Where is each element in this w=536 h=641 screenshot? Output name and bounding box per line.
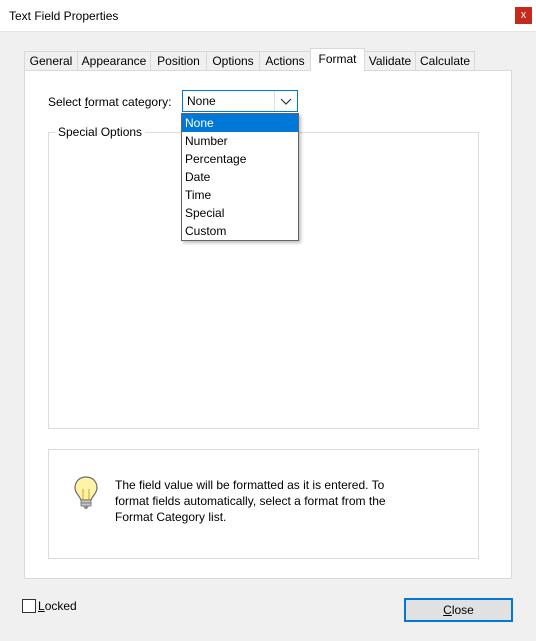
- dropdown-option-special[interactable]: Special: [182, 204, 298, 222]
- dropdown-option-percentage[interactable]: Percentage: [182, 150, 298, 168]
- dropdown-option-time[interactable]: Time: [182, 186, 298, 204]
- special-options-legend: Special Options: [55, 125, 146, 139]
- tab-position[interactable]: Position: [150, 51, 207, 70]
- locked-label[interactable]: Locked: [38, 599, 77, 613]
- tab-options[interactable]: Options: [206, 51, 260, 70]
- close-window-button[interactable]: x: [515, 7, 532, 24]
- tab-general[interactable]: General: [24, 51, 78, 70]
- tab-calculate[interactable]: Calculate: [415, 51, 475, 70]
- format-category-value: None: [187, 94, 216, 108]
- dropdown-option-number[interactable]: Number: [182, 132, 298, 150]
- tab-appearance[interactable]: Appearance: [77, 51, 151, 70]
- format-category-select[interactable]: None: [182, 90, 298, 112]
- lightbulb-icon: [73, 475, 99, 514]
- chevron-down-icon[interactable]: [274, 91, 297, 111]
- format-category-dropdown-list: None Number Percentage Date Time Special…: [181, 113, 299, 241]
- locked-checkbox[interactable]: [22, 599, 36, 613]
- tab-format[interactable]: Format: [310, 48, 365, 71]
- tab-actions[interactable]: Actions: [259, 51, 311, 70]
- dropdown-option-none[interactable]: None: [182, 114, 298, 132]
- close-button[interactable]: Close: [404, 598, 513, 622]
- tab-validate[interactable]: Validate: [364, 51, 416, 70]
- dropdown-option-date[interactable]: Date: [182, 168, 298, 186]
- format-category-label: Select format category:: [48, 95, 172, 109]
- dropdown-option-custom[interactable]: Custom: [182, 222, 298, 240]
- window-title: Text Field Properties: [9, 9, 119, 23]
- title-bar: Text Field Properties x: [0, 0, 536, 32]
- info-message: The field value will be formatted as it …: [115, 478, 386, 524]
